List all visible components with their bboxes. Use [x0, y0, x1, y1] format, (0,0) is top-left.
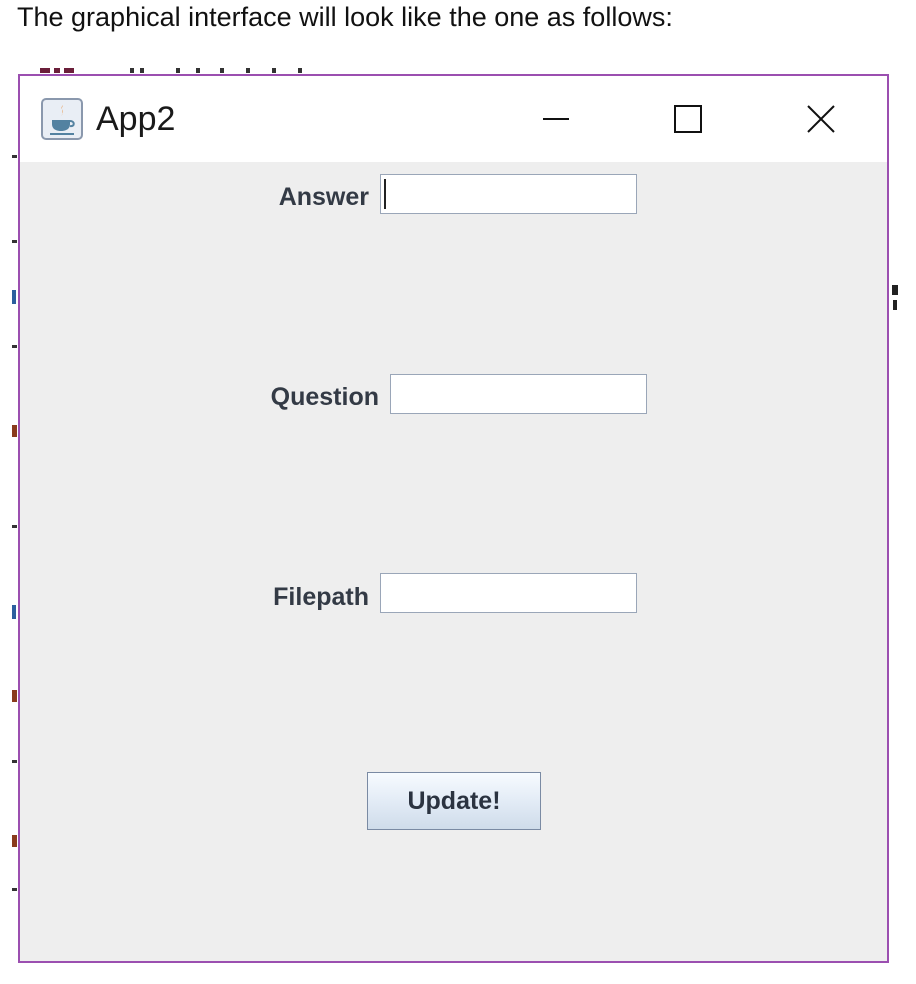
answer-field-wrapper — [380, 174, 637, 214]
close-button[interactable] — [796, 96, 846, 142]
answer-input[interactable] — [380, 174, 637, 214]
update-button[interactable]: Update! — [367, 772, 541, 830]
filepath-label: Filepath — [273, 583, 369, 611]
maximize-button[interactable] — [663, 96, 713, 142]
maximize-icon — [674, 105, 702, 133]
question-input[interactable] — [390, 374, 647, 414]
filepath-input[interactable] — [380, 573, 637, 613]
question-label: Question — [270, 383, 379, 411]
answer-label: Answer — [278, 183, 369, 211]
document-caption: The graphical interface will look like t… — [17, 2, 673, 32]
minimize-button[interactable] — [531, 96, 581, 142]
minimize-icon — [543, 118, 569, 120]
window-title: App2 — [96, 100, 176, 138]
app-window: App2 Answer Question Filepath Update! — [18, 74, 889, 963]
close-icon — [807, 105, 835, 133]
title-bar[interactable]: App2 — [20, 76, 887, 162]
java-cup-icon — [41, 98, 83, 140]
text-caret — [384, 179, 386, 209]
